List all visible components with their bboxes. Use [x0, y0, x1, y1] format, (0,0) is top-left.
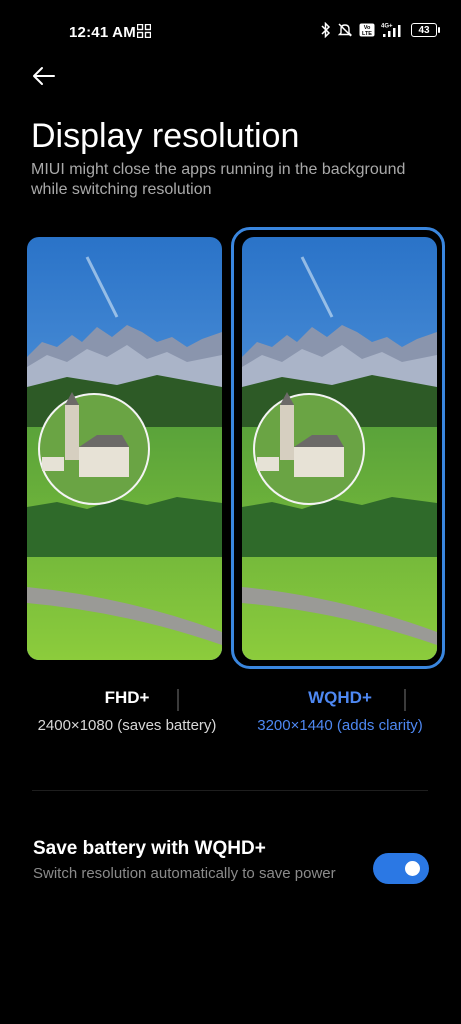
- fhd-preview-card[interactable]: [27, 237, 222, 660]
- toggle-knob: [405, 861, 420, 876]
- status-icons: Vo LTE 4G+ 43: [321, 22, 440, 38]
- signal-icon: 4G+: [381, 24, 401, 37]
- battery-icon: 43: [411, 23, 440, 37]
- mute-icon: [337, 23, 353, 37]
- setting-title: Save battery with WQHD+: [33, 838, 266, 859]
- save-battery-toggle[interactable]: [373, 853, 429, 884]
- bluetooth-icon: [321, 22, 331, 38]
- landscape-preview-image: [242, 237, 437, 660]
- section-divider: [32, 790, 428, 791]
- fhd-option-name: FHD+: [104, 688, 150, 707]
- fhd-option[interactable]: FHD+ 2400×1080 (saves battery): [27, 688, 227, 736]
- wqhd-preview-card[interactable]: [242, 237, 437, 660]
- landscape-preview-image: [27, 237, 222, 660]
- page-subtitle: MIUI might close the apps running in the…: [31, 161, 406, 198]
- wqhd-option-description: 3200×1440 (adds clarity): [257, 717, 423, 734]
- svg-text:LTE: LTE: [362, 31, 372, 37]
- battery-level: 43: [418, 25, 430, 36]
- setting-description: Switch resolution automatically to save …: [33, 865, 336, 882]
- option-separator: [404, 689, 406, 711]
- network-label: 4G+: [381, 24, 393, 30]
- option-separator: [177, 689, 179, 711]
- wqhd-option[interactable]: WQHD+ 3200×1440 (adds clarity): [240, 688, 440, 736]
- volte-icon: Vo LTE: [359, 23, 375, 37]
- back-button[interactable]: [30, 64, 62, 92]
- page-title: Display resolution: [31, 117, 300, 155]
- status-bar: 12:41 AM Vo LTE 4G+ 43: [0, 0, 461, 64]
- status-time: 12:41 AM: [69, 24, 136, 41]
- wqhd-option-name: WQHD+: [308, 688, 372, 707]
- grid-icon: [137, 24, 151, 38]
- fhd-option-description: 2400×1080 (saves battery): [37, 717, 217, 734]
